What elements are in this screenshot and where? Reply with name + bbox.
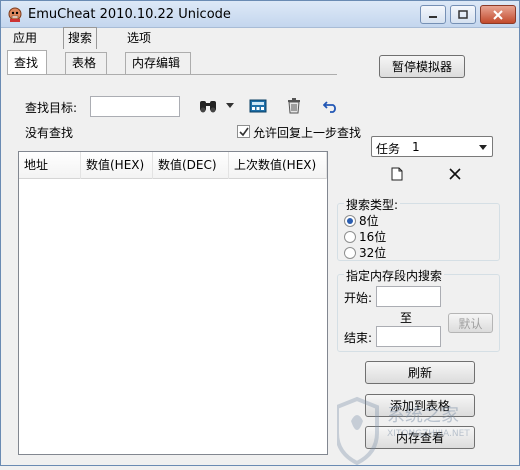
memory-view-button[interactable]: 内存查看	[365, 426, 475, 449]
undo-icon[interactable]	[322, 97, 340, 115]
search-type-group: 搜索类型: 8位 16位 32位	[337, 196, 500, 261]
app-window: EmuCheat 2010.10.22 Unicode 应用 搜索 选项 查找 …	[0, 0, 520, 466]
allow-undo-checkbox[interactable]	[237, 125, 250, 138]
tab-divider	[7, 74, 337, 75]
menu-bar: 应用 搜索 选项	[1, 27, 519, 49]
menu-search[interactable]: 搜索	[63, 27, 98, 49]
radio-selected-indicator	[344, 214, 356, 227]
start-address-input[interactable]	[376, 286, 441, 307]
trash-icon[interactable]	[285, 97, 303, 115]
minimize-button[interactable]	[420, 5, 446, 24]
start-label: 开始:	[344, 291, 373, 305]
search-target-input[interactable]	[90, 96, 180, 117]
radio-8bit-label: 8位	[359, 214, 379, 228]
pause-emulator-button[interactable]: 暂停模拟器	[379, 55, 465, 78]
radio-32bit-label: 32位	[359, 246, 387, 260]
dropdown-arrow-icon[interactable]	[224, 99, 236, 113]
results-table[interactable]: 地址 数值(HEX) 数值(DEC) 上次数值(HEX)	[18, 151, 328, 455]
binoculars-icon[interactable]	[198, 97, 218, 115]
calculator-icon[interactable]	[248, 97, 268, 115]
maximize-button[interactable]	[450, 5, 476, 24]
radio-indicator	[344, 230, 356, 243]
radio-16bit-label: 16位	[359, 230, 387, 244]
refresh-button[interactable]: 刷新	[365, 361, 475, 384]
menu-app[interactable]: 应用	[9, 28, 41, 48]
tab-memory-edit[interactable]: 内存编辑	[125, 52, 191, 74]
close-window-button[interactable]	[480, 5, 516, 24]
search-status: 没有查找	[25, 126, 74, 140]
task-select[interactable]: 任务 1	[371, 136, 493, 157]
radio-16bit[interactable]: 16位	[344, 228, 386, 245]
window-title: EmuCheat 2010.10.22 Unicode	[28, 7, 231, 22]
close-icon	[493, 9, 503, 20]
end-label: 结束:	[344, 331, 373, 345]
title-bar[interactable]: EmuCheat 2010.10.22 Unicode	[1, 1, 519, 28]
end-address-input[interactable]	[376, 326, 441, 347]
memory-range-title: 指定内存段内搜索	[344, 267, 445, 284]
radio-indicator	[344, 246, 356, 259]
app-icon	[7, 7, 23, 23]
col-value-hex[interactable]: 数值(HEX)	[81, 152, 153, 179]
to-label: 至	[400, 311, 413, 325]
tab-table[interactable]: 表格	[65, 52, 107, 74]
delete-task-icon[interactable]	[447, 166, 463, 182]
allow-undo-label: 允许回复上一步查找	[253, 126, 362, 140]
default-range-button[interactable]: 默认	[448, 313, 493, 333]
add-to-table-button[interactable]: 添加到表格	[365, 394, 475, 417]
results-table-header: 地址 数值(HEX) 数值(DEC) 上次数值(HEX)	[19, 152, 327, 179]
tab-find[interactable]: 查找	[7, 50, 47, 74]
maximize-icon	[458, 9, 468, 19]
radio-8bit[interactable]: 8位	[344, 212, 379, 229]
memory-range-group: 指定内存段内搜索 开始: 至 结束: 默认	[337, 267, 500, 352]
col-address[interactable]: 地址	[19, 152, 81, 179]
chevron-down-icon	[478, 142, 488, 152]
radio-32bit[interactable]: 32位	[344, 244, 386, 261]
col-prev-value-hex[interactable]: 上次数值(HEX)	[229, 152, 327, 179]
task-value: 1	[412, 140, 420, 154]
search-target-label: 查找目标:	[25, 101, 78, 115]
search-type-title: 搜索类型:	[344, 196, 401, 213]
checkmark-icon	[238, 127, 249, 136]
col-value-dec[interactable]: 数值(DEC)	[153, 152, 229, 179]
task-label: 任务	[376, 142, 401, 156]
minimize-icon	[429, 15, 437, 18]
new-task-icon[interactable]	[389, 166, 405, 182]
menu-options[interactable]: 选项	[123, 28, 155, 48]
